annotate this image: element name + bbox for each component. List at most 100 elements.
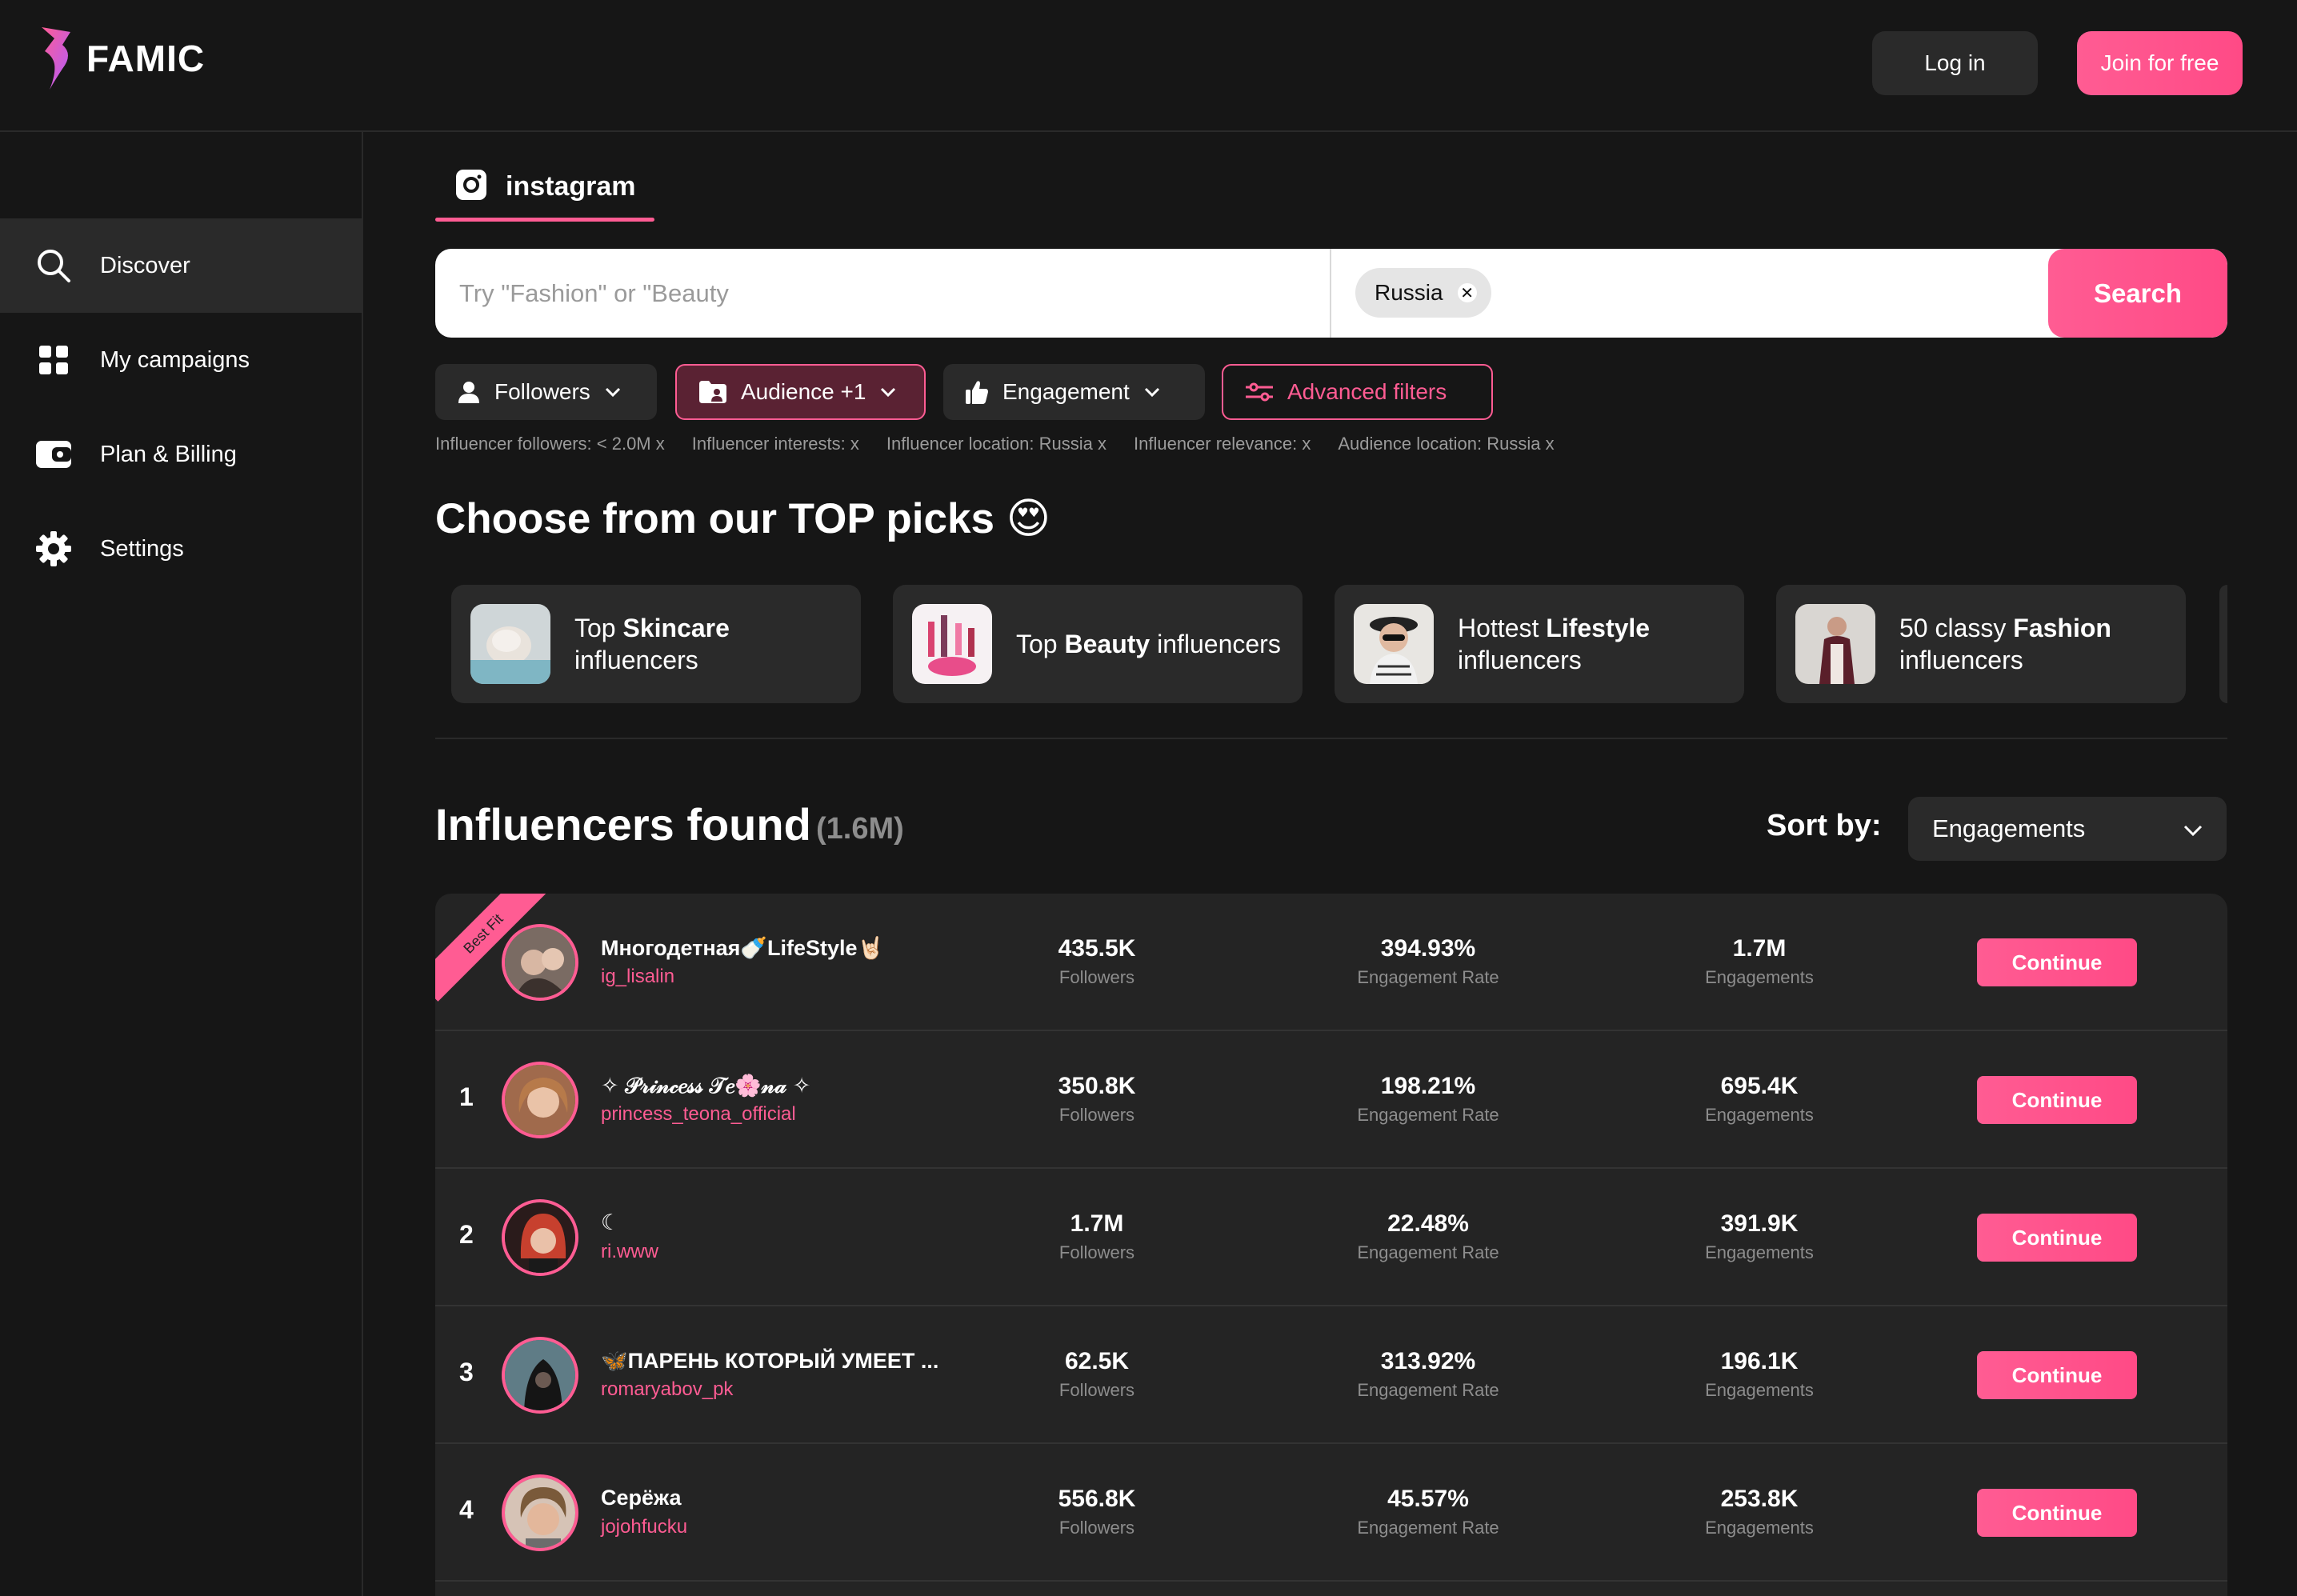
influencer-name[interactable]: Многодетная🍼LifeStyle🤘🏻 <box>601 935 884 961</box>
rank-number: 2 <box>459 1220 474 1249</box>
continue-button[interactable]: Continue <box>1977 1351 2137 1399</box>
engagement-rate-stat: 45.57% Engagement Rate <box>1357 1486 1499 1538</box>
active-filter-interests[interactable]: Influencer interests: x <box>692 434 859 454</box>
pick-card-next-peek[interactable] <box>2219 585 2227 703</box>
continue-button[interactable]: Continue <box>1977 1076 2137 1124</box>
pick-card-fashion[interactable]: 50 classy Fashion influencers <box>1776 585 2186 703</box>
sidebar-item-label: Plan & Billing <box>100 441 237 467</box>
grid-icon <box>35 342 72 378</box>
beauty-thumbnail <box>912 604 992 684</box>
results-list: Best Fit Многодетная🍼LifeStyle🤘🏻 ig_lisa… <box>435 894 2227 1596</box>
sidebar-item-my-campaigns[interactable]: My campaigns <box>0 313 362 407</box>
login-button[interactable]: Log in <box>1872 31 2038 95</box>
influencer-name[interactable]: 🦋ПАРЕНЬ КОТОРЫЙ УМЕЕТ ... <box>601 1348 938 1374</box>
followers-filter-button[interactable]: Followers <box>435 364 657 420</box>
table-row[interactable]: 2 ☾ ri.www 1.7M Followers 22.48% Engagemen… <box>435 1169 2227 1306</box>
followers-stat: 62.5K Followers <box>1058 1348 1135 1400</box>
influencer-handle[interactable]: princess_teona_official <box>601 1103 796 1126</box>
sidebar-item-settings[interactable]: Settings <box>0 502 362 596</box>
engagement-rate-stat: 313.92% Engagement Rate <box>1357 1348 1499 1400</box>
search-button[interactable]: Search <box>2048 249 2227 338</box>
tab-instagram[interactable]: instagram <box>435 152 654 221</box>
table-row[interactable]: 4 Серёжа jojohfucku 556.8K Followers 45.5… <box>435 1444 2227 1582</box>
sort-select-value: Engagements <box>1932 814 2086 842</box>
close-icon[interactable]: ✕ <box>1457 283 1477 302</box>
pick-card-skincare[interactable]: Top Skincare influencers <box>451 585 861 703</box>
user-icon <box>458 381 480 403</box>
avatar[interactable] <box>502 1337 578 1414</box>
instagram-icon <box>456 169 486 204</box>
active-filter-audience-location[interactable]: Audience location: Russia x <box>1338 434 1554 454</box>
pick-card-label: Hottest Lifestyle influencers <box>1458 614 1651 674</box>
pick-card-label: Top Skincare influencers <box>574 614 730 674</box>
skincare-thumbnail <box>470 604 550 684</box>
engagements-stat: 196.1K Engagements <box>1705 1348 1814 1400</box>
engagements-stat: 391.9K Engagements <box>1705 1210 1814 1262</box>
fashion-thumbnail <box>1795 604 1875 684</box>
influencer-name[interactable]: ☾ <box>601 1210 620 1235</box>
influencer-handle[interactable]: romaryabov_pk <box>601 1378 733 1401</box>
active-filter-followers[interactable]: Influencer followers: < 2.0M x <box>435 434 665 454</box>
results-count: (1.6M) <box>816 812 904 846</box>
continue-button[interactable]: Continue <box>1977 938 2137 986</box>
sidebar-item-discover[interactable]: Discover <box>0 218 362 313</box>
search-bar: Russia ✕ Search <box>435 249 2227 338</box>
audience-filter-label: Audience +1 <box>741 379 866 404</box>
table-row[interactable]: 1 ✧ 𝒫𝓇𝒾𝓃𝒸𝑒𝓈𝓈 𝒯𝑒🌸𝓃𝒶 ✧ princess_teona_offi… <box>435 1031 2227 1169</box>
continue-button[interactable]: Continue <box>1977 1214 2137 1262</box>
engagement-filter-button[interactable]: Engagement <box>943 364 1205 420</box>
table-row[interactable]: 3 🦋ПАРЕНЬ КОТОРЫЙ УМЕЕТ ... romaryabov_p… <box>435 1306 2227 1444</box>
influencer-name[interactable]: Серёжа <box>601 1486 682 1510</box>
avatar[interactable] <box>502 924 578 1001</box>
section-divider <box>435 738 2227 739</box>
search-input[interactable] <box>435 249 1330 338</box>
pick-card-lifestyle[interactable]: Hottest Lifestyle influencers <box>1335 585 1744 703</box>
engagements-stat: 1.7M Engagements <box>1705 935 1814 987</box>
results-title: Influencers found <box>435 799 811 850</box>
famic-logo[interactable]: FAMIC <box>38 27 205 90</box>
followers-stat: 435.5K Followers <box>1058 935 1136 987</box>
chevron-down-icon <box>1144 386 1160 398</box>
influencer-handle[interactable]: jojohfucku <box>601 1516 687 1538</box>
thumbs-up-icon <box>966 380 988 404</box>
influencer-handle[interactable]: ig_lisalin <box>601 966 674 988</box>
location-chip[interactable]: Russia ✕ <box>1355 268 1491 318</box>
influencer-name[interactable]: ✧ 𝒫𝓇𝒾𝓃𝒸𝑒𝓈𝓈 𝒯𝑒🌸𝓃𝒶 ✧ <box>601 1073 810 1099</box>
influencer-handle[interactable]: ri.www <box>601 1241 658 1263</box>
pick-card-label: 50 classy Fashion influencers <box>1899 614 2111 674</box>
followers-stat: 350.8K Followers <box>1058 1073 1136 1125</box>
avatar[interactable] <box>502 1062 578 1138</box>
engagement-filter-label: Engagement <box>1002 379 1130 404</box>
chevron-down-icon <box>605 386 621 398</box>
join-button[interactable]: Join for free <box>2077 31 2243 95</box>
pick-card-beauty[interactable]: Top Beauty influencers <box>893 585 1303 703</box>
gear-icon <box>35 530 72 567</box>
engagement-rate-stat: 22.48% Engagement Rate <box>1357 1210 1499 1262</box>
sidebar-item-plan-billing[interactable]: Plan & Billing <box>0 407 362 502</box>
avatar[interactable] <box>502 1474 578 1551</box>
tab-active-indicator <box>435 218 654 222</box>
table-row[interactable]: Best Fit Многодетная🍼LifeStyle🤘🏻 ig_lisa… <box>435 894 2227 1031</box>
engagements-stat: 695.4K Engagements <box>1705 1073 1814 1125</box>
audience-filter-button[interactable]: Audience +1 <box>675 364 926 420</box>
followers-filter-label: Followers <box>494 379 590 404</box>
sidebar-item-label: Settings <box>100 535 184 562</box>
followers-stat: 556.8K Followers <box>1058 1486 1136 1538</box>
active-filter-relevance[interactable]: Influencer relevance: x <box>1134 434 1311 454</box>
engagements-stat: 253.8K Engagements <box>1705 1486 1814 1538</box>
pick-card-label: Top Beauty influencers <box>1016 630 1281 658</box>
active-filters: Influencer followers: < 2.0M x Influence… <box>435 434 1582 454</box>
sort-select[interactable]: Engagements <box>1908 797 2227 861</box>
continue-button[interactable]: Continue <box>1977 1489 2137 1537</box>
advanced-filters-label: Advanced filters <box>1287 379 1447 404</box>
active-filter-location[interactable]: Influencer location: Russia x <box>886 434 1106 454</box>
advanced-filters-button[interactable]: Advanced filters <box>1222 364 1493 420</box>
top-picks-title: Choose from our TOP picks 😍 <box>435 495 1050 542</box>
rank-number: 3 <box>459 1358 474 1386</box>
sidebar: Discover My campaigns Plan & Billing Set… <box>0 132 363 1596</box>
tab-label: instagram <box>506 170 636 202</box>
sort-label: Sort by: <box>1767 809 1882 842</box>
rank-number: 1 <box>459 1082 474 1111</box>
avatar[interactable] <box>502 1199 578 1276</box>
audience-icon <box>699 381 726 403</box>
